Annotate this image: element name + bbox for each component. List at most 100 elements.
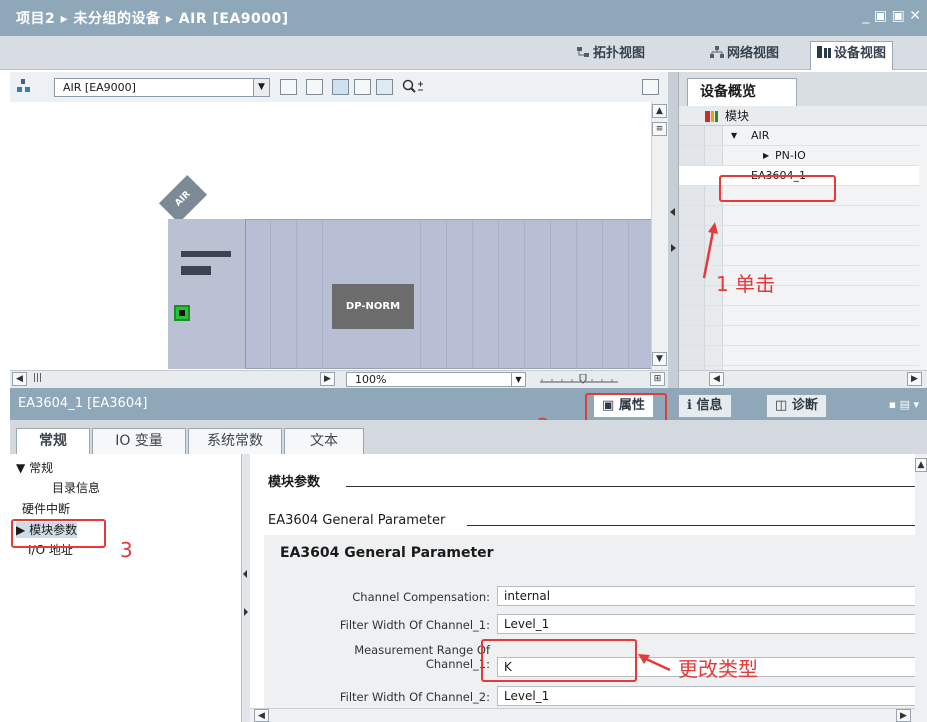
zoom-icon[interactable]	[402, 79, 423, 95]
overview-row[interactable]: ▶ PN-IO	[679, 146, 919, 166]
window-controls[interactable]: _ ▣ ▣ ✕	[862, 8, 921, 24]
filter-width-ch1-field[interactable]: Level_1	[497, 614, 927, 634]
overview-row[interactable]	[679, 306, 919, 326]
slot-divider	[602, 219, 603, 369]
zoom-value: 100%	[355, 373, 387, 386]
slot-divider	[550, 219, 551, 369]
canvas-horizontal-scrollbar[interactable]: ◀ ||| ▶ 100% ▼ ⊞	[10, 370, 668, 388]
annotation-change-type: 更改类型	[678, 657, 758, 681]
pane-splitter[interactable]	[668, 72, 678, 388]
nav-item-general[interactable]: ▼ 常规	[16, 460, 53, 476]
head-indicator	[181, 266, 211, 275]
collapse-left-icon[interactable]	[243, 570, 247, 578]
device-selector[interactable]: AIR [EA9000] ▼	[54, 78, 270, 97]
show-names-icon[interactable]	[306, 79, 323, 95]
slot-divider	[270, 219, 271, 369]
view-tabbar: 拓扑视图 网络视图 设备视图	[0, 36, 927, 70]
nav-item-hardware-interrupt[interactable]: 硬件中断	[22, 501, 70, 517]
device-selector-value: AIR [EA9000]	[63, 81, 136, 94]
expander-icon[interactable]: ▼	[731, 126, 737, 146]
expander-icon[interactable]: ▶	[763, 146, 769, 166]
subtab-io-tags[interactable]: IO 变量	[92, 428, 186, 454]
overview-toggle-icon[interactable]	[642, 79, 659, 95]
subtab-system-constants[interactable]: 系统常数	[188, 428, 282, 454]
page-view-icon[interactable]	[376, 79, 393, 95]
canvas-vertical-scrollbar[interactable]: ▲ ≡ ▼	[651, 102, 668, 370]
tab-label: 信息	[696, 398, 723, 413]
scroll-left-icon[interactable]: ◀	[254, 709, 269, 722]
chevron-down-icon[interactable]: ▼	[511, 373, 525, 386]
collapse-left-icon[interactable]	[670, 208, 675, 216]
scroll-down-icon[interactable]: ▼	[652, 352, 667, 366]
annotation-box-change-type	[481, 639, 637, 682]
show-addresses-icon[interactable]	[280, 79, 297, 95]
scroll-thumb[interactable]: |||	[30, 372, 45, 386]
parameter-panel: EA3604 General Parameter Channel Compens…	[264, 535, 927, 722]
scroll-up-icon[interactable]: ▲	[915, 458, 927, 472]
content-vertical-scrollbar[interactable]: ▲	[915, 454, 927, 722]
subtab-texts[interactable]: 文本	[284, 428, 364, 454]
tab-diagnostics[interactable]: ◫ 诊断	[766, 394, 827, 418]
collapse-right-icon[interactable]	[671, 244, 676, 252]
slot-divider	[420, 219, 421, 369]
topology-icon	[576, 43, 590, 57]
tab-device-overview[interactable]: 设备概览	[687, 78, 797, 106]
properties-title: EA3604_1 [EA3604]	[18, 396, 148, 411]
subtab-general[interactable]: 常规	[16, 428, 90, 454]
slot-divider	[524, 219, 525, 369]
annotation-box-step3	[11, 519, 106, 548]
scroll-right-icon[interactable]: ▶	[907, 372, 922, 386]
head-indicator	[181, 251, 231, 257]
tab-device-view[interactable]: 设备视图	[810, 41, 894, 70]
annotation-step3: 3	[120, 538, 133, 562]
scroll-left-icon[interactable]: ◀	[709, 372, 724, 386]
annotation-step1: 1 单击	[716, 272, 776, 296]
overview-row[interactable]	[679, 286, 919, 306]
channel-compensation-field[interactable]: internal	[497, 586, 927, 606]
scroll-right-icon[interactable]: ▶	[320, 372, 335, 386]
panel-title: EA3604 General Parameter	[280, 545, 494, 561]
overview-row[interactable]	[679, 346, 919, 366]
grid-icon[interactable]	[354, 79, 371, 95]
collapse-right-icon[interactable]	[244, 608, 248, 616]
overview-horizontal-scrollbar[interactable]: ◀ ▶	[679, 370, 927, 388]
overview-row-label: PN-IO	[775, 149, 806, 162]
annotation-box-step1	[719, 175, 836, 202]
overview-row[interactable]	[679, 326, 919, 346]
diagnostics-icon: ◫	[775, 398, 788, 413]
device-toolbar: AIR [EA9000] ▼	[10, 72, 668, 102]
scroll-right-icon[interactable]: ▶	[896, 709, 911, 722]
overview-header-label: 模块	[725, 109, 750, 123]
properties-subtabs: 常规 IO 变量 系统常数 文本	[10, 420, 927, 454]
slot-divider	[498, 219, 499, 369]
chevron-down-icon[interactable]: ▼	[253, 79, 269, 96]
tab-info[interactable]: ℹ 信息	[678, 394, 732, 418]
slot-divider	[472, 219, 473, 369]
expander-icon[interactable]: ▼	[16, 461, 25, 475]
info-icon: ℹ	[687, 398, 692, 413]
content-horizontal-scrollbar[interactable]: ◀ ▶	[250, 708, 915, 722]
network-device-icon[interactable]	[16, 79, 33, 95]
nav-splitter[interactable]	[242, 454, 250, 722]
zoom-selector[interactable]: 100% ▼	[346, 372, 526, 387]
edit-icon[interactable]	[332, 79, 349, 95]
param-label: Channel Compensation:	[352, 590, 490, 604]
rack-slot-head[interactable]	[168, 219, 246, 369]
slot-divider	[296, 219, 297, 369]
scroll-up-icon[interactable]: ▲	[652, 104, 667, 118]
tab-topology-view[interactable]: 拓扑视图	[570, 42, 651, 68]
tab-network-view[interactable]: 网络视图	[704, 42, 785, 68]
device-icon	[817, 43, 831, 58]
filter-width-ch2-field[interactable]: Level_1	[497, 686, 927, 706]
slot-divider	[322, 219, 323, 369]
overview-row-label: AIR	[751, 129, 770, 142]
fit-view-icon[interactable]: ⊞	[650, 372, 665, 386]
overview-row[interactable]: ▼ AIR	[679, 126, 919, 146]
nav-item-catalog-info[interactable]: 目录信息	[52, 480, 100, 496]
dp-norm-module[interactable]: DP-NORM	[332, 284, 414, 329]
zoom-slider[interactable]	[540, 373, 620, 384]
scroll-left-icon[interactable]: ◀	[12, 372, 27, 386]
port-icon[interactable]	[174, 305, 190, 321]
pane-controls[interactable]: ▪ ▤ ▾	[889, 398, 919, 411]
scroll-menu-icon[interactable]: ≡	[652, 122, 667, 136]
